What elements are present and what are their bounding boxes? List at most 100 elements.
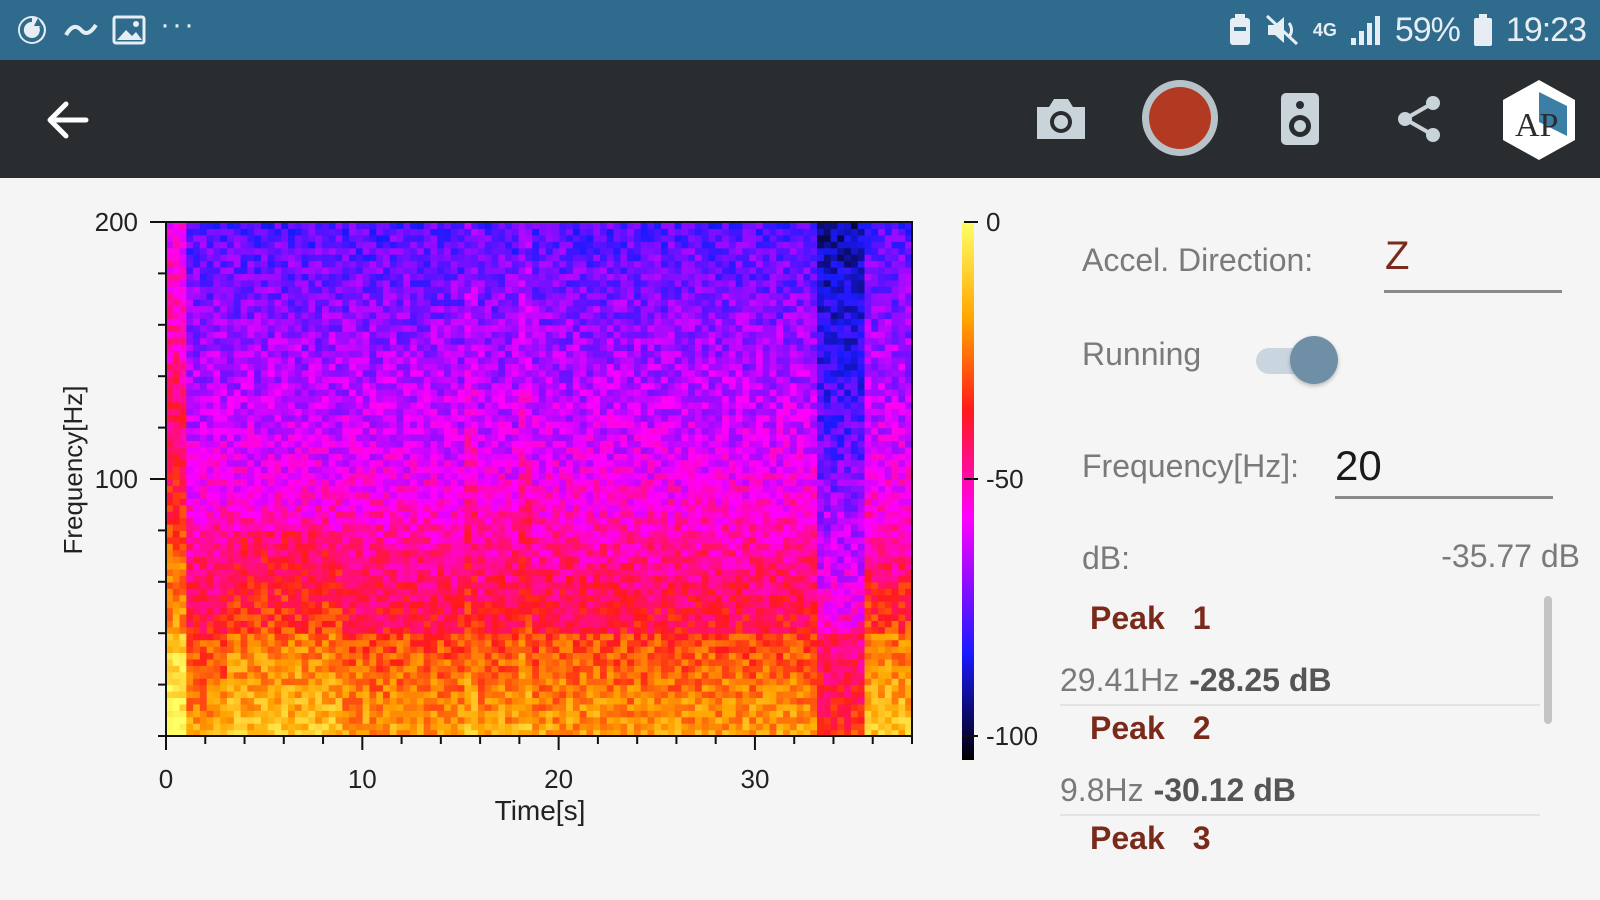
heatmap-cell (254, 414, 262, 422)
heatmap-cell (383, 575, 391, 583)
heatmap-cell (525, 620, 533, 628)
heatmap-cell (328, 646, 337, 654)
heatmap-cell (491, 344, 499, 352)
heatmap-cell (199, 311, 208, 319)
heatmap-cell (335, 556, 343, 564)
heatmap-cell (260, 395, 269, 403)
heatmap-cell (511, 305, 520, 313)
share-button[interactable] (1388, 88, 1450, 150)
heatmap-cell (267, 491, 276, 499)
heatmap-cell (301, 517, 310, 525)
heatmap-cell (532, 530, 540, 538)
heatmap-cell (444, 530, 452, 538)
heatmap-cell (260, 652, 269, 660)
heatmap-cell (396, 588, 404, 596)
heatmap-cell (396, 299, 404, 307)
heatmap-cell (552, 446, 560, 454)
heatmap-cell (369, 241, 377, 249)
heatmap-cell (342, 234, 350, 242)
heatmap-cell (321, 588, 330, 596)
heatmap-cell (430, 491, 438, 499)
heatmap-cell (254, 389, 262, 397)
heatmap-cell (518, 222, 527, 230)
heatmap-cell (423, 716, 432, 724)
heatmap-cell (240, 446, 248, 454)
heatmap-cell (294, 331, 303, 339)
heatmap-cell (342, 440, 350, 448)
heatmap-cell (586, 716, 594, 724)
heatmap-cell (389, 459, 398, 467)
heatmap-cell (328, 498, 337, 506)
heatmap-cell (539, 222, 547, 230)
heatmap-cell (199, 710, 208, 718)
heatmap-cell (288, 658, 296, 666)
heatmap-cell (233, 652, 242, 660)
heatmap-cell (559, 401, 567, 409)
heatmap-cell (484, 222, 493, 230)
heatmap-cell (410, 266, 418, 274)
heatmap-cell (369, 710, 377, 718)
heatmap-cell (532, 228, 540, 236)
heatmap-cell (383, 684, 391, 692)
heatmap-cell (206, 691, 215, 699)
heatmap-cell (260, 549, 269, 557)
heatmap-cell (559, 511, 567, 519)
heatmap-cell (430, 601, 438, 609)
screenshot-button[interactable] (1030, 88, 1092, 150)
heatmap-cell (213, 331, 221, 339)
heatmap-cell (511, 710, 520, 718)
heatmap-cell (220, 479, 228, 487)
heatmap-cell (186, 613, 194, 621)
heatmap-cell (193, 691, 201, 699)
heatmap-cell (233, 626, 242, 634)
heatmap-cell (559, 260, 567, 268)
heatmap-cell (423, 549, 432, 557)
heatmap-cell (444, 697, 452, 705)
heatmap-cell (254, 421, 262, 429)
back-button[interactable] (36, 88, 100, 152)
heatmap-cell (301, 286, 310, 294)
heatmap-cell (511, 523, 520, 531)
heatmap-cell (471, 466, 479, 474)
heatmap-cell (477, 286, 486, 294)
heatmap-cell (505, 395, 513, 403)
heatmap-cell (491, 723, 499, 731)
heatmap-cell (172, 241, 181, 249)
heatmap-cell (369, 697, 377, 705)
sound-button[interactable] (1270, 88, 1330, 150)
heatmap-cell (396, 369, 404, 377)
heatmap-cell (477, 626, 486, 634)
heatmap-cell (539, 466, 547, 474)
heatmap-cell (477, 588, 486, 596)
app-logo-button[interactable]: AP (1496, 78, 1582, 162)
heatmap-cell (166, 588, 174, 596)
heatmap-cell (572, 472, 581, 480)
heatmap-cell (301, 318, 310, 326)
heatmap-cell (376, 421, 384, 429)
heatmap-cell (199, 363, 208, 371)
heatmap-cell (579, 697, 588, 705)
heatmap-cell (579, 421, 588, 429)
record-button[interactable] (1138, 76, 1222, 160)
heatmap-cell (416, 363, 425, 371)
heatmap-cell (566, 549, 574, 557)
heatmap-cell (437, 652, 445, 660)
heatmap-cell (539, 254, 547, 262)
heatmap-cell (369, 311, 377, 319)
heatmap-cell (430, 350, 438, 358)
heatmap-cell (471, 266, 479, 274)
heatmap-cell (267, 286, 276, 294)
heatmap-cell (471, 485, 479, 493)
heatmap-cell (247, 491, 255, 499)
heatmap-cell (308, 344, 316, 352)
heatmap-cell (376, 440, 384, 448)
heatmap-cell (498, 601, 506, 609)
heatmap-cell (186, 530, 194, 538)
heatmap-cell (274, 575, 282, 583)
heatmap-cell (206, 421, 215, 429)
heatmap-cell (166, 517, 174, 525)
heatmap-cell (471, 523, 479, 531)
heatmap-cell (199, 273, 208, 281)
heatmap-cell (410, 523, 418, 531)
heatmap-cell (389, 266, 398, 274)
